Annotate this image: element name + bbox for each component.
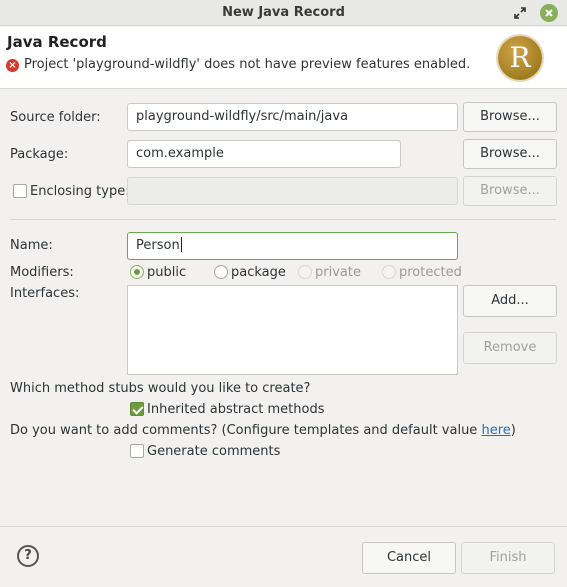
configure-templates-link[interactable]: here bbox=[481, 423, 510, 438]
modifier-private-label: private bbox=[315, 265, 361, 280]
cancel-button[interactable]: Cancel bbox=[362, 542, 456, 574]
generate-comments-label: Generate comments bbox=[147, 444, 281, 459]
modifier-package-radio[interactable] bbox=[214, 265, 228, 279]
page-title: Java Record bbox=[7, 33, 107, 51]
error-icon: × bbox=[6, 59, 19, 72]
add-interface-button[interactable]: Add... bbox=[463, 285, 557, 317]
inherited-methods-label: Inherited abstract methods bbox=[147, 402, 325, 417]
comments-question-text: Do you want to add comments? (Configure … bbox=[10, 423, 482, 438]
source-folder-input[interactable]: playground-wildfly/src/main/java bbox=[127, 103, 458, 131]
window-title: New Java Record bbox=[222, 5, 345, 20]
name-label: Name: bbox=[10, 238, 53, 253]
comments-question-suffix: ) bbox=[510, 423, 516, 438]
name-input[interactable]: Person bbox=[127, 232, 458, 260]
interfaces-list[interactable] bbox=[127, 285, 458, 375]
restore-icon[interactable] bbox=[511, 4, 529, 22]
separator bbox=[10, 219, 556, 220]
modifiers-label: Modifiers: bbox=[10, 265, 74, 280]
window-titlebar: New Java Record bbox=[0, 0, 567, 26]
modifier-private-radio[interactable] bbox=[298, 265, 312, 279]
finish-button[interactable]: Finish bbox=[461, 542, 555, 574]
enclosing-type-browse-button[interactable]: Browse... bbox=[463, 176, 557, 206]
source-folder-label: Source folder: bbox=[10, 110, 101, 125]
package-input[interactable]: com.example bbox=[127, 140, 401, 168]
modifier-protected-radio[interactable] bbox=[382, 265, 396, 279]
generate-comments-checkbox[interactable] bbox=[130, 444, 144, 458]
interfaces-label: Interfaces: bbox=[10, 286, 80, 301]
comments-question: Do you want to add comments? (Configure … bbox=[10, 423, 516, 438]
modifier-protected-label: protected bbox=[399, 265, 462, 280]
name-value: Person bbox=[136, 238, 180, 253]
enclosing-type-input[interactable] bbox=[127, 177, 458, 205]
help-icon[interactable]: ? bbox=[17, 545, 39, 567]
wizard-header: Java Record × Project 'playground-wildfl… bbox=[0, 27, 567, 89]
package-label: Package: bbox=[10, 147, 69, 162]
record-badge-icon: R bbox=[498, 36, 542, 80]
enclosing-type-label: Enclosing type: bbox=[30, 184, 130, 199]
modifier-package-label: package bbox=[231, 265, 286, 280]
error-message: Project 'playground-wildfly' does not ha… bbox=[24, 57, 471, 72]
modifier-public-label: public bbox=[147, 265, 187, 280]
footer-divider bbox=[0, 526, 567, 527]
remove-interface-button[interactable]: Remove bbox=[463, 332, 557, 364]
close-icon[interactable] bbox=[540, 4, 558, 22]
stubs-question: Which method stubs would you like to cre… bbox=[10, 381, 311, 396]
package-browse-button[interactable]: Browse... bbox=[463, 139, 557, 169]
modifier-public-radio[interactable] bbox=[130, 265, 144, 279]
inherited-methods-checkbox[interactable] bbox=[130, 402, 144, 416]
source-folder-browse-button[interactable]: Browse... bbox=[463, 102, 557, 132]
text-caret bbox=[180, 237, 182, 252]
enclosing-type-checkbox[interactable] bbox=[13, 184, 27, 198]
